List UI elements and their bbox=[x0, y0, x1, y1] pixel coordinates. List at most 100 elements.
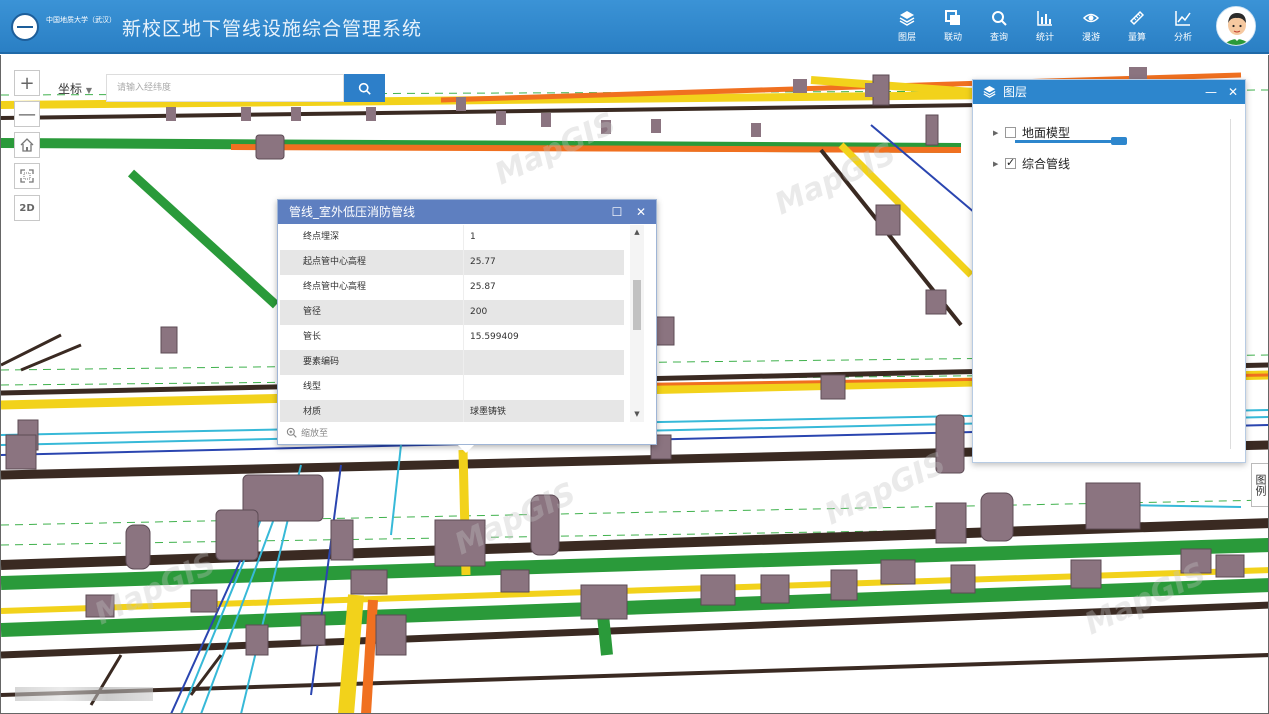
attr-value: 15.599409 bbox=[470, 332, 519, 342]
home-icon bbox=[20, 138, 34, 152]
table-row: 要素编码 bbox=[280, 350, 624, 375]
tool-query[interactable]: 查询 bbox=[976, 10, 1022, 50]
terrain-opacity-slider-handle[interactable] bbox=[1111, 137, 1127, 145]
fullscreen-button[interactable] bbox=[14, 163, 40, 189]
top-bar: 中国地质大学（武汉） 新校区地下管线设施综合管理系统 图层 联动 查询 统计 漫… bbox=[0, 0, 1269, 54]
coordinate-mode-dropdown[interactable]: 坐标 ▼ bbox=[58, 80, 106, 97]
logo-subtitle: 中国地质大学（武汉） bbox=[46, 16, 116, 24]
tool-link-label: 联动 bbox=[943, 33, 962, 43]
fullscreen-icon bbox=[20, 169, 34, 183]
popup-pointer bbox=[458, 445, 474, 453]
tool-statistics[interactable]: 统计 bbox=[1022, 10, 1068, 50]
table-row: 材质 球墨铸铁 bbox=[280, 400, 624, 422]
table-row: 管径 200 bbox=[280, 300, 624, 325]
layer-label-terrain: 地面模型 bbox=[1022, 126, 1071, 140]
zoom-to-label: 缩放至 bbox=[301, 429, 329, 439]
layers-icon bbox=[899, 11, 915, 26]
table-row: 终点埋深 1 bbox=[280, 225, 624, 250]
link-windows-icon bbox=[945, 10, 960, 25]
attr-value: 1 bbox=[470, 232, 476, 242]
zoom-to-feature-button[interactable]: 缩放至 bbox=[286, 426, 328, 439]
coordinate-search-button[interactable] bbox=[344, 74, 385, 102]
layer-label-pipelines: 综合管线 bbox=[1022, 157, 1071, 171]
table-row: 起点管中心高程 25.77 bbox=[280, 250, 624, 275]
close-popup-button[interactable]: ✕ bbox=[630, 200, 652, 224]
attr-key: 材质 bbox=[280, 400, 464, 422]
attr-key: 管长 bbox=[280, 325, 464, 350]
tool-analysis-label: 分析 bbox=[1173, 33, 1192, 43]
minimize-icon: — bbox=[1205, 85, 1217, 99]
coordinate-search: 坐标 ▼ bbox=[58, 74, 385, 102]
popup-scrollbar-thumb[interactable] bbox=[633, 280, 641, 330]
app-title: 新校区地下管线设施综合管理系统 bbox=[122, 18, 423, 40]
scroll-up-icon[interactable]: ▲ bbox=[633, 228, 641, 236]
user-avatar[interactable] bbox=[1216, 6, 1256, 46]
layer-checkbox-pipelines[interactable] bbox=[1005, 156, 1016, 169]
layers-icon bbox=[983, 85, 996, 98]
close-icon: ✕ bbox=[1227, 85, 1239, 99]
tool-link[interactable]: 联动 bbox=[930, 10, 976, 50]
ruler-icon bbox=[1129, 10, 1145, 26]
attr-value bbox=[464, 375, 470, 400]
attr-value bbox=[464, 350, 470, 375]
search-icon bbox=[992, 11, 1007, 26]
tool-roam[interactable]: 漫游 bbox=[1068, 10, 1114, 50]
line-chart-icon bbox=[1175, 11, 1191, 26]
user-avatar-icon bbox=[1217, 7, 1255, 45]
tool-measure[interactable]: 量算 bbox=[1114, 10, 1160, 50]
layer-panel: 图层 — ✕ ▶ 地面模型 ▶ 综合管线 bbox=[972, 79, 1246, 463]
tool-query-label: 查询 bbox=[989, 33, 1008, 43]
eye-icon bbox=[1083, 13, 1099, 23]
zoom-in-button[interactable]: + bbox=[14, 70, 40, 96]
scroll-down-icon[interactable]: ▼ bbox=[633, 410, 641, 418]
legend-toggle[interactable]: 图例 bbox=[1251, 463, 1268, 507]
search-icon bbox=[358, 82, 371, 95]
tool-statistics-label: 统计 bbox=[1035, 33, 1054, 43]
attr-key: 起点管中心高程 bbox=[280, 250, 464, 275]
table-row: 终点管中心高程 25.87 bbox=[280, 275, 624, 300]
tool-measure-label: 量算 bbox=[1127, 33, 1146, 43]
attr-value: 200 bbox=[470, 307, 488, 317]
popup-title: 管线_室外低压消防管线 bbox=[289, 205, 416, 219]
tool-analysis[interactable]: 分析 bbox=[1160, 10, 1206, 50]
attr-key: 线型 bbox=[280, 375, 464, 400]
university-logo-icon bbox=[11, 13, 39, 41]
coordinate-label: 坐标 bbox=[58, 81, 83, 96]
attr-value: 球墨铸铁 bbox=[470, 407, 507, 417]
maximize-icon: ☐ bbox=[611, 205, 623, 219]
attr-key: 终点埋深 bbox=[280, 225, 464, 250]
chevron-down-icon: ▼ bbox=[85, 85, 92, 95]
zoom-to-icon bbox=[286, 427, 297, 438]
attr-value: 25.87 bbox=[470, 282, 496, 292]
close-layer-panel-button[interactable]: ✕ bbox=[1223, 80, 1243, 104]
layer-panel-title: 图层 bbox=[1003, 85, 1028, 99]
tool-layers[interactable]: 图层 bbox=[884, 10, 930, 50]
scale-bar bbox=[15, 687, 153, 701]
popup-header: 管线_室外低压消防管线 ☐ ✕ bbox=[278, 200, 656, 224]
bar-chart-icon bbox=[1037, 11, 1052, 26]
attr-key: 终点管中心高程 bbox=[280, 275, 464, 300]
maximize-button[interactable]: ☐ bbox=[606, 200, 628, 224]
tool-roam-label: 漫游 bbox=[1081, 33, 1100, 43]
caret-right-icon[interactable]: ▶ bbox=[993, 129, 1005, 137]
caret-right-icon[interactable]: ▶ bbox=[993, 160, 1005, 168]
attr-key: 管径 bbox=[280, 300, 464, 325]
2d-toggle-button[interactable]: 2D bbox=[14, 195, 40, 221]
coordinate-input[interactable] bbox=[106, 74, 344, 102]
attr-value: 25.77 bbox=[470, 257, 496, 267]
home-button[interactable] bbox=[14, 132, 40, 158]
map-3d-scene[interactable]: MapGIS MapGIS MapGIS MapGIS MapGIS MapGI… bbox=[0, 55, 1269, 714]
zoom-out-button[interactable]: — bbox=[14, 101, 40, 127]
layer-item-pipelines[interactable]: ▶ 综合管线 bbox=[993, 155, 1070, 172]
table-row: 管长 15.599409 bbox=[280, 325, 624, 350]
layer-panel-header: 图层 — ✕ bbox=[973, 80, 1245, 104]
close-icon: ✕ bbox=[635, 205, 647, 219]
tool-layers-label: 图层 bbox=[897, 33, 916, 43]
toolbar: 图层 联动 查询 统计 漫游 量算 分析 bbox=[884, 10, 1206, 50]
layer-item-terrain[interactable]: ▶ 地面模型 bbox=[993, 124, 1070, 141]
layer-checkbox-terrain[interactable] bbox=[1005, 127, 1016, 138]
attr-key: 要素编码 bbox=[280, 350, 464, 375]
feature-info-popup: 管线_室外低压消防管线 ☐ ✕ 终点埋深 1 起点管中心高程 25.77 终点管中心… bbox=[277, 199, 657, 453]
table-row: 线型 bbox=[280, 375, 624, 400]
minimize-button[interactable]: — bbox=[1201, 80, 1221, 104]
